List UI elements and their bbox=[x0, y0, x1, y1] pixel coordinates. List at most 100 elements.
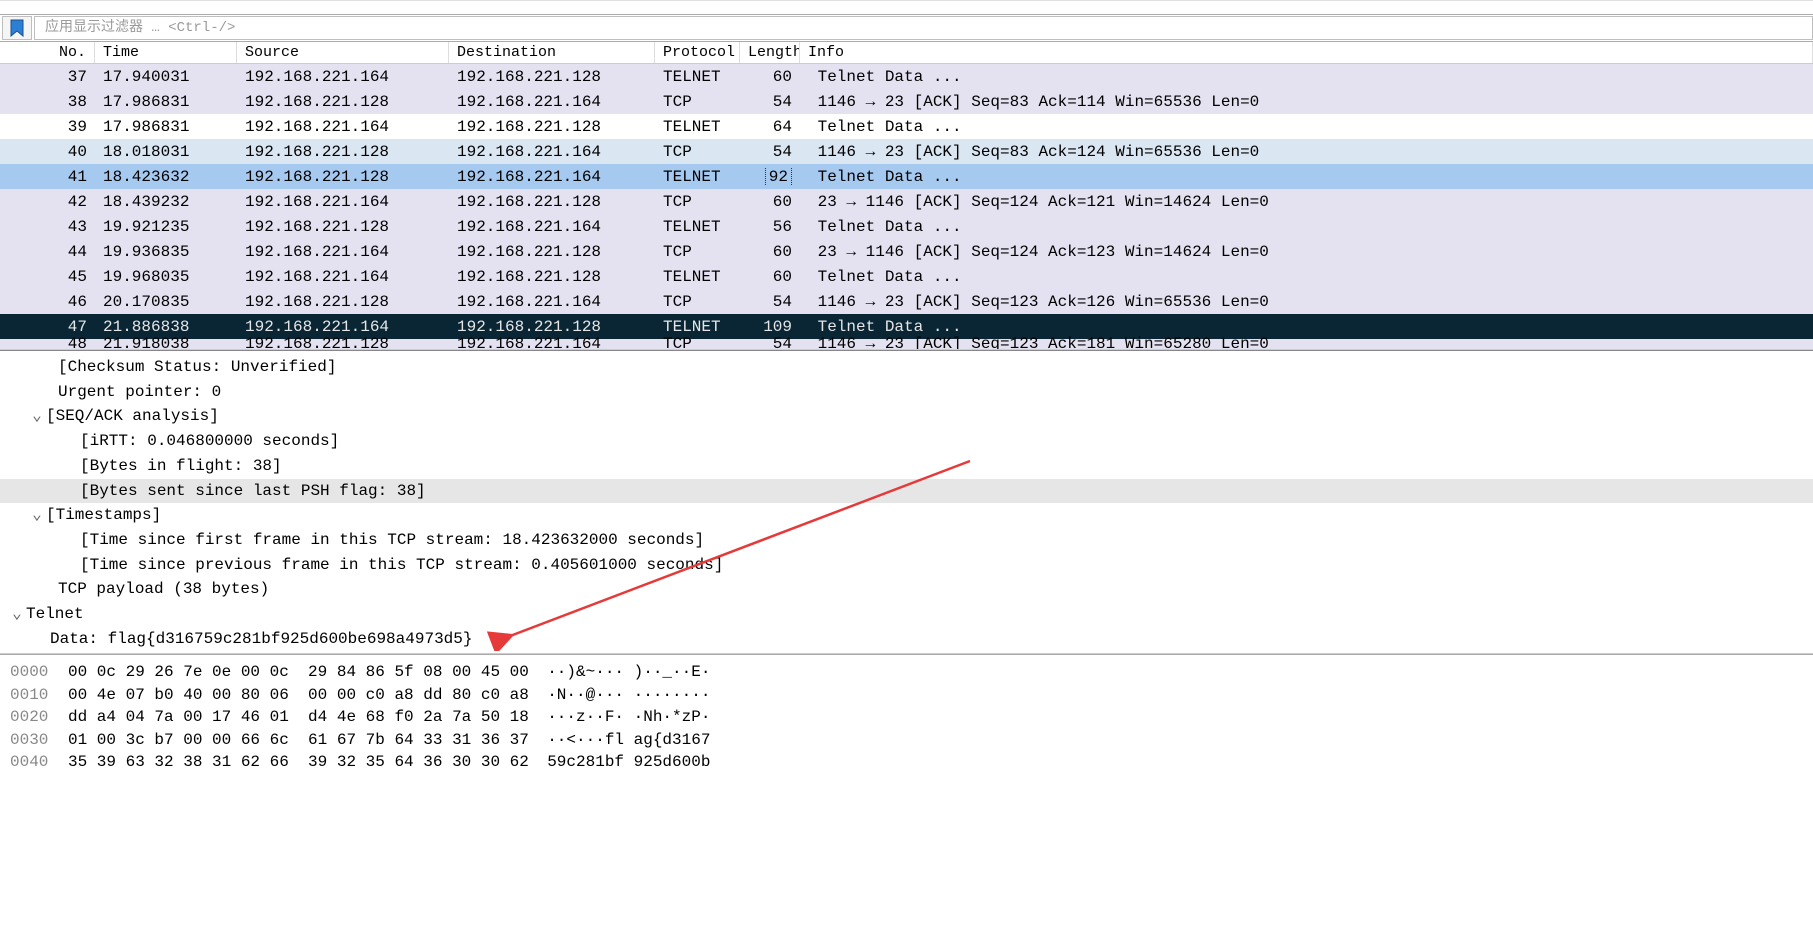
detail-time-since-prev[interactable]: [Time since previous frame in this TCP s… bbox=[0, 553, 1813, 578]
cell-protocol: TELNET bbox=[655, 318, 740, 336]
cell-destination: 192.168.221.164 bbox=[449, 335, 655, 349]
hex-row[interactable]: 001000 4e 07 b0 40 00 80 06 00 00 c0 a8 … bbox=[10, 684, 1813, 707]
packet-row[interactable]: 3717.940031192.168.221.164192.168.221.12… bbox=[0, 64, 1813, 89]
cell-length: 54 bbox=[740, 293, 800, 311]
detail-urgent-pointer[interactable]: Urgent pointer: 0 bbox=[0, 380, 1813, 405]
cell-source: 192.168.221.164 bbox=[237, 193, 449, 211]
toolbar-stub bbox=[0, 0, 1813, 14]
cell-time: 17.986831 bbox=[95, 93, 237, 111]
chevron-down-icon[interactable]: ⌄ bbox=[8, 602, 26, 627]
packet-list-pane: No. Time Source Destination Protocol Len… bbox=[0, 42, 1813, 350]
hex-offset: 0040 bbox=[10, 751, 68, 774]
detail-timestamps[interactable]: ⌄[Timestamps] bbox=[0, 503, 1813, 528]
cell-info: Telnet Data ... bbox=[800, 68, 1813, 86]
cell-protocol: TELNET bbox=[655, 268, 740, 286]
packet-list-header[interactable]: No. Time Source Destination Protocol Len… bbox=[0, 42, 1813, 64]
cell-destination: 192.168.221.164 bbox=[449, 218, 655, 236]
detail-bytes-in-flight[interactable]: [Bytes in flight: 38] bbox=[0, 454, 1813, 479]
detail-bytes-since-psh[interactable]: [Bytes sent since last PSH flag: 38] bbox=[0, 479, 1813, 504]
hex-row[interactable]: 004035 39 63 32 38 31 62 66 39 32 35 64 … bbox=[10, 751, 1813, 774]
cell-time: 21.886838 bbox=[95, 318, 237, 336]
cell-length: 54 bbox=[740, 93, 800, 111]
cell-destination: 192.168.221.128 bbox=[449, 118, 655, 136]
packet-details-pane[interactable]: [Checksum Status: Unverified] Urgent poi… bbox=[0, 350, 1813, 654]
packet-row[interactable]: 4118.423632192.168.221.128192.168.221.16… bbox=[0, 164, 1813, 189]
cell-info: Telnet Data ... bbox=[800, 118, 1813, 136]
cell-length: 109 bbox=[740, 318, 800, 336]
detail-checksum-status[interactable]: [Checksum Status: Unverified] bbox=[0, 355, 1813, 380]
cell-time: 18.423632 bbox=[95, 168, 237, 186]
packet-row[interactable]: 4319.921235192.168.221.128192.168.221.16… bbox=[0, 214, 1813, 239]
cell-protocol: TELNET bbox=[655, 218, 740, 236]
display-filter-input[interactable] bbox=[34, 16, 1813, 40]
detail-telnet[interactable]: ⌄Telnet bbox=[0, 602, 1813, 627]
packet-row[interactable]: 4018.018031192.168.221.128192.168.221.16… bbox=[0, 139, 1813, 164]
hex-dump-pane[interactable]: 000000 0c 29 26 7e 0e 00 0c 29 84 86 5f … bbox=[0, 654, 1813, 952]
cell-length: 64 bbox=[740, 118, 800, 136]
cell-destination: 192.168.221.128 bbox=[449, 268, 655, 286]
chevron-down-icon[interactable]: ⌄ bbox=[28, 404, 46, 429]
cell-info: 23 → 1146 [ACK] Seq=124 Ack=121 Win=1462… bbox=[800, 193, 1813, 211]
cell-no: 39 bbox=[0, 118, 95, 136]
col-header-no[interactable]: No. bbox=[0, 42, 95, 63]
cell-destination: 192.168.221.164 bbox=[449, 143, 655, 161]
cell-source: 192.168.221.164 bbox=[237, 243, 449, 261]
cell-time: 19.936835 bbox=[95, 243, 237, 261]
cell-protocol: TCP bbox=[655, 93, 740, 111]
cell-protocol: TCP bbox=[655, 335, 740, 349]
cell-length: 54 bbox=[740, 143, 800, 161]
packet-row[interactable]: 4419.936835192.168.221.164192.168.221.12… bbox=[0, 239, 1813, 264]
cell-info: Telnet Data ... bbox=[800, 268, 1813, 286]
cell-info: Telnet Data ... bbox=[800, 318, 1813, 336]
col-header-source[interactable]: Source bbox=[237, 42, 449, 63]
hex-bytes: 00 4e 07 b0 40 00 80 06 00 00 c0 a8 dd 8… bbox=[68, 684, 528, 707]
hex-row[interactable]: 000000 0c 29 26 7e 0e 00 0c 29 84 86 5f … bbox=[10, 661, 1813, 684]
hex-row[interactable]: 0020dd a4 04 7a 00 17 46 01 d4 4e 68 f0 … bbox=[10, 706, 1813, 729]
hex-bytes: 00 0c 29 26 7e 0e 00 0c 29 84 86 5f 08 0… bbox=[68, 661, 528, 684]
cell-destination: 192.168.221.128 bbox=[449, 243, 655, 261]
cell-protocol: TCP bbox=[655, 293, 740, 311]
packet-row[interactable]: 3917.986831192.168.221.164192.168.221.12… bbox=[0, 114, 1813, 139]
hex-bytes: 35 39 63 32 38 31 62 66 39 32 35 64 36 3… bbox=[68, 751, 528, 774]
cell-length: 60 bbox=[740, 243, 800, 261]
hex-ascii: ···z··F· ·Nh·*zP· bbox=[528, 706, 1813, 729]
cell-info: 1146 → 23 [ACK] Seq=83 Ack=124 Win=65536… bbox=[800, 143, 1813, 161]
detail-tcp-payload[interactable]: TCP payload (38 bytes) bbox=[0, 577, 1813, 602]
packet-row[interactable]: 4218.439232192.168.221.164192.168.221.12… bbox=[0, 189, 1813, 214]
col-header-info[interactable]: Info bbox=[800, 42, 1813, 63]
cell-length: 60 bbox=[740, 68, 800, 86]
cell-no: 47 bbox=[0, 318, 95, 336]
col-header-protocol[interactable]: Protocol bbox=[655, 42, 740, 63]
detail-time-since-first[interactable]: [Time since first frame in this TCP stre… bbox=[0, 528, 1813, 553]
col-header-length[interactable]: Length bbox=[740, 42, 800, 63]
hex-row[interactable]: 003001 00 3c b7 00 00 66 6c 61 67 7b 64 … bbox=[10, 729, 1813, 752]
chevron-down-icon[interactable]: ⌄ bbox=[28, 503, 46, 528]
cell-destination: 192.168.221.128 bbox=[449, 68, 655, 86]
packet-row[interactable]: 4519.968035192.168.221.164192.168.221.12… bbox=[0, 264, 1813, 289]
cell-destination: 192.168.221.164 bbox=[449, 293, 655, 311]
packet-row[interactable]: 4620.170835192.168.221.128192.168.221.16… bbox=[0, 289, 1813, 314]
cell-length: 60 bbox=[740, 193, 800, 211]
cell-time: 19.968035 bbox=[95, 268, 237, 286]
detail-telnet-data[interactable]: Data: flag{d316759c281bf925d600be698a497… bbox=[0, 627, 1813, 652]
hex-bytes: dd a4 04 7a 00 17 46 01 d4 4e 68 f0 2a 7… bbox=[68, 706, 528, 729]
cell-info: 1146 → 23 [ACK] Seq=123 Ack=126 Win=6553… bbox=[800, 293, 1813, 311]
cell-no: 37 bbox=[0, 68, 95, 86]
bookmark-icon bbox=[10, 19, 24, 37]
cell-source: 192.168.221.128 bbox=[237, 335, 449, 349]
cell-info: 23 → 1146 [ACK] Seq=124 Ack=123 Win=1462… bbox=[800, 243, 1813, 261]
hex-ascii: ··)&~··· )··_··E· bbox=[528, 661, 1813, 684]
hex-offset: 0010 bbox=[10, 684, 68, 707]
packet-list-body[interactable]: 3717.940031192.168.221.164192.168.221.12… bbox=[0, 64, 1813, 349]
cell-protocol: TELNET bbox=[655, 168, 740, 186]
bookmark-button[interactable] bbox=[2, 16, 32, 40]
detail-seq-ack[interactable]: ⌄[SEQ/ACK analysis] bbox=[0, 404, 1813, 429]
packet-row[interactable]: 3817.986831192.168.221.128192.168.221.16… bbox=[0, 89, 1813, 114]
packet-row[interactable]: 4821.918038192.168.221.128192.168.221.16… bbox=[0, 339, 1813, 349]
detail-irtt[interactable]: [iRTT: 0.046800000 seconds] bbox=[0, 429, 1813, 454]
cell-source: 192.168.221.128 bbox=[237, 168, 449, 186]
cell-info: 1146 → 23 [ACK] Seq=123 Ack=181 Win=6528… bbox=[800, 335, 1813, 349]
col-header-destination[interactable]: Destination bbox=[449, 42, 655, 63]
col-header-time[interactable]: Time bbox=[95, 42, 237, 63]
cell-length: 56 bbox=[740, 218, 800, 236]
